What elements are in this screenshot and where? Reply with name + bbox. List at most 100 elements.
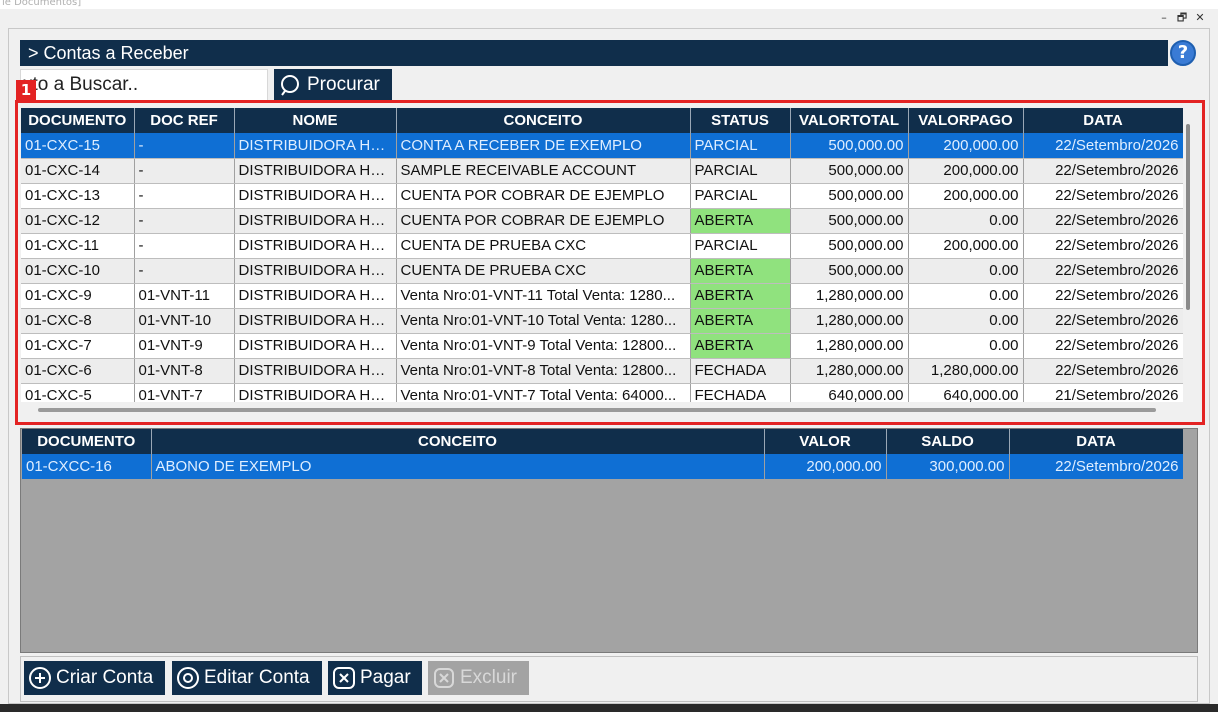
table-row[interactable]: 01-CXC-5 01-VNT-7 DISTRIBUIDORA HE... Venta… bbox=[21, 383, 1183, 402]
cell-doc-ref: - bbox=[134, 133, 235, 159]
cell-conceito: CUENTA POR COBRAR DE EJEMPLO bbox=[396, 183, 691, 209]
cell-valortotal: 1,280,000.00 bbox=[790, 333, 909, 359]
cell-nome: DISTRIBUIDORA HE... bbox=[234, 158, 397, 184]
cell-valortotal: 1,280,000.00 bbox=[790, 308, 909, 334]
cell-valorpago: 200,000.00 bbox=[908, 158, 1024, 184]
cell-status: PARCIAL bbox=[690, 158, 791, 184]
edit-account-label: Editar Conta bbox=[204, 667, 310, 688]
search-icon bbox=[281, 75, 299, 96]
cell-conceito: SAMPLE RECEIVABLE ACCOUNT bbox=[396, 158, 691, 184]
cell-documento: 01-CXC-8 bbox=[21, 308, 135, 334]
pay-button[interactable]: Pagar bbox=[328, 661, 422, 695]
cell-data: 22/Setembro/2026 bbox=[1023, 283, 1183, 309]
cell-conceito: CUENTA DE PRUEBA CXC bbox=[396, 258, 691, 284]
cell-data: 22/Setembro/2026 bbox=[1023, 233, 1183, 259]
cell-data: 22/Setembro/2026 bbox=[1023, 358, 1183, 384]
pay-x-icon bbox=[333, 667, 355, 689]
cell-doc-ref: - bbox=[134, 183, 235, 209]
cell-doc-ref: - bbox=[134, 258, 235, 284]
table-row[interactable]: 01-CXCC-16 ABONO DE EXEMPLO 200,000.00 300,… bbox=[22, 454, 1183, 479]
cell-nome: DISTRIBUIDORA HE... bbox=[234, 283, 397, 309]
payments-grid[interactable]: DOCUMENTO CONCEITO VALOR SALDO DATA 01-C… bbox=[22, 429, 1183, 479]
restore-button[interactable]: 🗗 bbox=[1174, 10, 1190, 26]
cell-valorpago: 200,000.00 bbox=[908, 233, 1024, 259]
cell-valortotal: 640,000.00 bbox=[790, 383, 909, 402]
cell-data: 22/Setembro/2026 bbox=[1009, 454, 1183, 479]
cell-documento: 01-CXC-14 bbox=[21, 158, 135, 184]
col-data[interactable]: DATA bbox=[1023, 108, 1183, 133]
cell-data: 22/Setembro/2026 bbox=[1023, 333, 1183, 359]
table-row[interactable]: 01-CXC-13- DISTRIBUIDORA HE... CUENTA POR … bbox=[21, 183, 1183, 209]
table-row[interactable]: 01-CXC-10- DISTRIBUIDORA HE... CUENTA DE P… bbox=[21, 258, 1183, 284]
col-conceito[interactable]: CONCEITO bbox=[396, 108, 691, 133]
cell-valorpago: 0.00 bbox=[908, 208, 1024, 234]
cell-nome: DISTRIBUIDORA HE... bbox=[234, 208, 397, 234]
cell-doc-ref: 01-VNT-7 bbox=[134, 383, 235, 402]
cell-data: 21/Setembro/2026 bbox=[1023, 383, 1183, 402]
col-status[interactable]: STATUS bbox=[690, 108, 791, 133]
receivables-grid[interactable]: DOCUMENTO DOC REF NOME CONCEITO STATUS V… bbox=[21, 108, 1183, 402]
table-row[interactable]: 01-CXC-14- DISTRIBUIDORA HE... SAMPLE RECE… bbox=[21, 158, 1183, 184]
cell-status: FECHADA bbox=[690, 383, 791, 402]
cell-nome: DISTRIBUIDORA HE... bbox=[234, 133, 397, 159]
cell-valortotal: 1,280,000.00 bbox=[790, 283, 909, 309]
cell-valorpago: 0.00 bbox=[908, 308, 1024, 334]
cell-data: 22/Setembro/2026 bbox=[1023, 158, 1183, 184]
help-icon[interactable]: ? bbox=[1170, 40, 1196, 66]
cell-doc-ref: - bbox=[134, 158, 235, 184]
col-valor[interactable]: VALOR bbox=[764, 429, 887, 454]
cell-documento: 01-CXC-12 bbox=[21, 208, 135, 234]
receivables-vertical-scrollbar[interactable] bbox=[1186, 124, 1190, 310]
window-title: le Documentos] bbox=[0, 0, 1218, 9]
cell-valorpago: 0.00 bbox=[908, 258, 1024, 284]
col-valorpago[interactable]: VALORPAGO bbox=[908, 108, 1024, 133]
col-data[interactable]: DATA bbox=[1009, 429, 1183, 454]
receivables-horizontal-scrollbar[interactable] bbox=[38, 408, 1156, 412]
col-documento[interactable]: DOCUMENTO bbox=[21, 108, 135, 133]
cell-nome: DISTRIBUIDORA HE... bbox=[234, 183, 397, 209]
table-row[interactable]: 01-CXC-12- DISTRIBUIDORA HE... CUENTA POR … bbox=[21, 208, 1183, 234]
col-saldo[interactable]: SALDO bbox=[886, 429, 1010, 454]
table-row[interactable]: 01-CXC-9 01-VNT-11 DISTRIBUIDORA HE... Vent… bbox=[21, 283, 1183, 309]
col-doc-ref[interactable]: DOC REF bbox=[134, 108, 235, 133]
create-account-label: Criar Conta bbox=[56, 667, 154, 688]
cell-documento: 01-CXC-10 bbox=[21, 258, 135, 284]
cell-conceito: Venta Nro:01-VNT-9 Total Venta: 12800... bbox=[396, 333, 691, 359]
table-row[interactable]: 01-CXC-15- DISTRIBUIDORA HE... CONTA A REC… bbox=[21, 133, 1183, 159]
cell-nome: DISTRIBUIDORA HE... bbox=[234, 258, 397, 284]
cell-documento: 01-CXC-6 bbox=[21, 358, 135, 384]
cell-valortotal: 500,000.00 bbox=[790, 183, 909, 209]
create-account-button[interactable]: Criar Conta bbox=[24, 661, 165, 695]
search-input[interactable] bbox=[20, 69, 268, 101]
cell-status: PARCIAL bbox=[690, 183, 791, 209]
minimize-button[interactable]: – bbox=[1156, 10, 1172, 26]
delete-button[interactable]: Excluir bbox=[428, 661, 529, 695]
col-nome[interactable]: NOME bbox=[234, 108, 397, 133]
edit-account-button[interactable]: Editar Conta bbox=[172, 661, 322, 695]
receivables-header-row: DOCUMENTO DOC REF NOME CONCEITO STATUS V… bbox=[21, 108, 1183, 133]
cell-nome: DISTRIBUIDORA HE... bbox=[234, 308, 397, 334]
cell-data: 22/Setembro/2026 bbox=[1023, 208, 1183, 234]
col-conceito[interactable]: CONCEITO bbox=[151, 429, 765, 454]
cell-conceito: CUENTA DE PRUEBA CXC bbox=[396, 233, 691, 259]
cell-doc-ref: - bbox=[134, 208, 235, 234]
cell-conceito: Venta Nro:01-VNT-11 Total Venta: 1280... bbox=[396, 283, 691, 309]
table-row[interactable]: 01-CXC-6 01-VNT-8 DISTRIBUIDORA HE... Venta… bbox=[21, 358, 1183, 384]
cell-doc-ref: 01-VNT-11 bbox=[134, 283, 235, 309]
payments-header-row: DOCUMENTO CONCEITO VALOR SALDO DATA bbox=[22, 429, 1183, 454]
pay-label: Pagar bbox=[360, 667, 411, 688]
cell-status: ABERTA bbox=[690, 258, 791, 284]
delete-label: Excluir bbox=[460, 667, 518, 688]
close-button[interactable]: ✕ bbox=[1192, 10, 1208, 26]
cell-data: 22/Setembro/2026 bbox=[1023, 308, 1183, 334]
cell-status: FECHADA bbox=[690, 358, 791, 384]
table-row[interactable]: 01-CXC-7 01-VNT-9 DISTRIBUIDORA HE... Venta… bbox=[21, 333, 1183, 359]
search-button[interactable]: Procurar bbox=[274, 69, 392, 101]
cell-status: PARCIAL bbox=[690, 233, 791, 259]
col-valortotal[interactable]: VALORTOTAL bbox=[790, 108, 909, 133]
table-row[interactable]: 01-CXC-11- DISTRIBUIDORA HE... CUENTA DE P… bbox=[21, 233, 1183, 259]
cell-doc-ref: 01-VNT-10 bbox=[134, 308, 235, 334]
col-documento[interactable]: DOCUMENTO bbox=[22, 429, 152, 454]
cell-doc-ref: - bbox=[134, 233, 235, 259]
table-row[interactable]: 01-CXC-8 01-VNT-10 DISTRIBUIDORA HE... Vent… bbox=[21, 308, 1183, 334]
